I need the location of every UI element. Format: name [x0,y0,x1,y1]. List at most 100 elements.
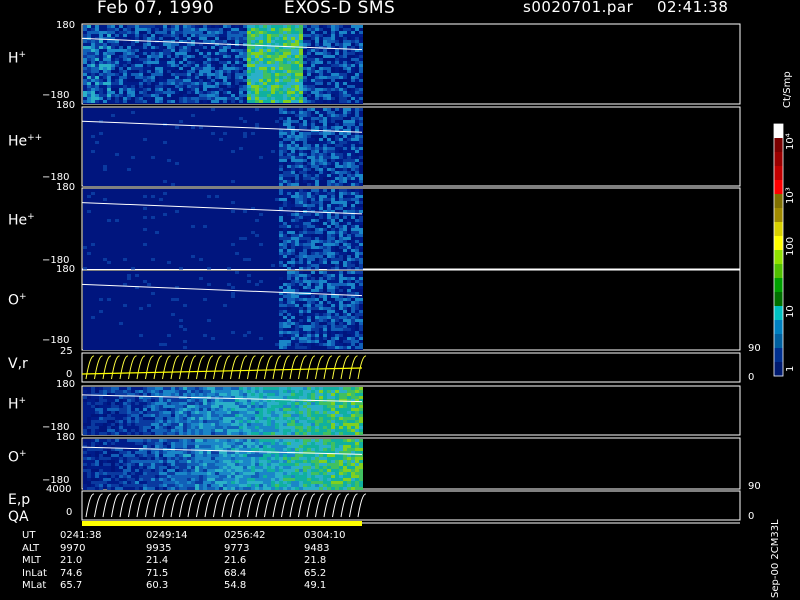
spectrogram-cell [127,94,131,97]
spectrogram-cell [83,85,87,88]
spectrogram-cell [319,192,323,195]
spectrogram-cell [255,31,259,34]
spectrogram-cell [247,31,251,34]
spectrogram-cell [359,429,363,432]
spectrogram-cell [291,70,295,73]
spectrogram-cell [275,484,279,487]
spectrogram-cell [243,484,247,487]
spectrogram-cell [339,316,343,319]
spectrogram-cell [251,37,255,40]
spectrogram-cell [311,120,315,123]
spectrogram-cell [247,67,251,70]
spectrogram-cell [323,126,327,129]
spectrogram-cell [271,411,275,414]
spectrogram-cell [327,156,331,159]
spectrogram-cell [287,261,291,264]
spectrogram-cell [311,55,315,58]
spectrogram-cell [231,31,235,34]
spectrogram-cell [307,177,311,180]
spectrogram-cell [199,463,203,466]
spectrogram-cell [303,171,307,174]
spectrogram-cell [355,405,359,408]
spectrogram-cell [343,402,347,405]
spectrogram-cell [291,225,295,228]
spectrogram-cell [347,280,351,283]
spectrogram-cell [327,322,331,325]
spectrogram-cell [315,40,319,43]
spectrogram-cell [311,295,315,298]
spectrogram-cell [203,100,207,103]
spectrogram-cell [283,463,287,466]
spectrogram-cell [131,408,135,411]
spectrogram-cell [295,405,299,408]
spectrogram-cell [295,337,299,340]
spectrogram-cell [331,346,335,349]
spectrogram-cell [331,195,335,198]
spectrogram-cell [239,91,243,94]
spectrogram-cell [147,472,151,475]
spectrogram-cell [167,466,171,469]
spectrogram-cell [219,97,223,100]
spectrogram-cell [215,85,219,88]
spectrogram-cell [343,310,347,313]
spectrogram-cell [239,487,243,490]
spectrogram-cell [263,448,267,451]
spectrogram-cell [179,37,183,40]
spectrogram-cell [195,405,199,408]
spectrogram-cell [299,67,303,70]
spectrogram-cell [343,58,347,61]
spectrogram-cell [307,334,311,337]
spectrogram-cell [275,97,279,100]
spectrogram-cell [335,234,339,237]
spectrogram-cell [279,423,283,426]
spectrogram-cell [339,246,343,249]
spectrogram-cell [219,429,223,432]
spectrogram-cell [135,61,139,64]
spectrogram-cell [243,423,247,426]
spectrogram-cell [283,457,287,460]
spectrogram-cell [315,61,319,64]
spectrogram-cell [351,94,355,97]
spectrogram-cell [303,417,307,420]
spectrogram-cell [219,28,223,31]
spectrogram-cell [311,298,315,301]
spectrogram-cell [299,249,303,252]
spectrogram-cell [107,429,111,432]
spectrogram-cell [327,64,331,67]
spectrogram-cell [159,82,163,85]
spectrogram-cell [251,445,255,448]
spectrogram-cell [171,414,175,417]
spectrogram-cell [135,390,139,393]
spectrogram-cell [135,94,139,97]
spectrogram-cell [159,426,163,429]
spectrogram-cell [183,439,187,442]
spectrogram-cell [179,487,183,490]
spectrogram-cell [319,252,323,255]
spectrogram-cell [159,34,163,37]
spectrogram-cell [159,55,163,58]
spectrogram-cell [303,264,307,267]
spectrogram-cell [263,472,267,475]
spectrogram-cell [219,387,223,390]
spectrogram-cell [311,31,315,34]
spectrogram-cell [243,40,247,43]
spectrogram-cell [219,432,223,435]
spectrogram-cell [299,319,303,322]
spectrogram-cell [287,402,291,405]
spectrogram-cell [143,454,147,457]
spectrogram-cell [139,478,143,481]
spectrogram-cell [303,97,307,100]
spectrogram-cell [83,34,87,37]
spectrogram-cell [331,25,335,28]
spectrogram-cell [155,457,159,460]
spectrogram-cell [303,165,307,168]
spectrogram-cell [287,411,291,414]
spectrogram-cell [339,198,343,201]
spectrogram-cell [355,292,359,295]
spectrogram-cell [275,417,279,420]
spectrogram-cell [311,322,315,325]
spectrogram-cell [127,411,131,414]
spectrogram-cell [163,180,167,183]
spectrogram-cell [135,469,139,472]
spectrogram-cell [119,91,123,94]
